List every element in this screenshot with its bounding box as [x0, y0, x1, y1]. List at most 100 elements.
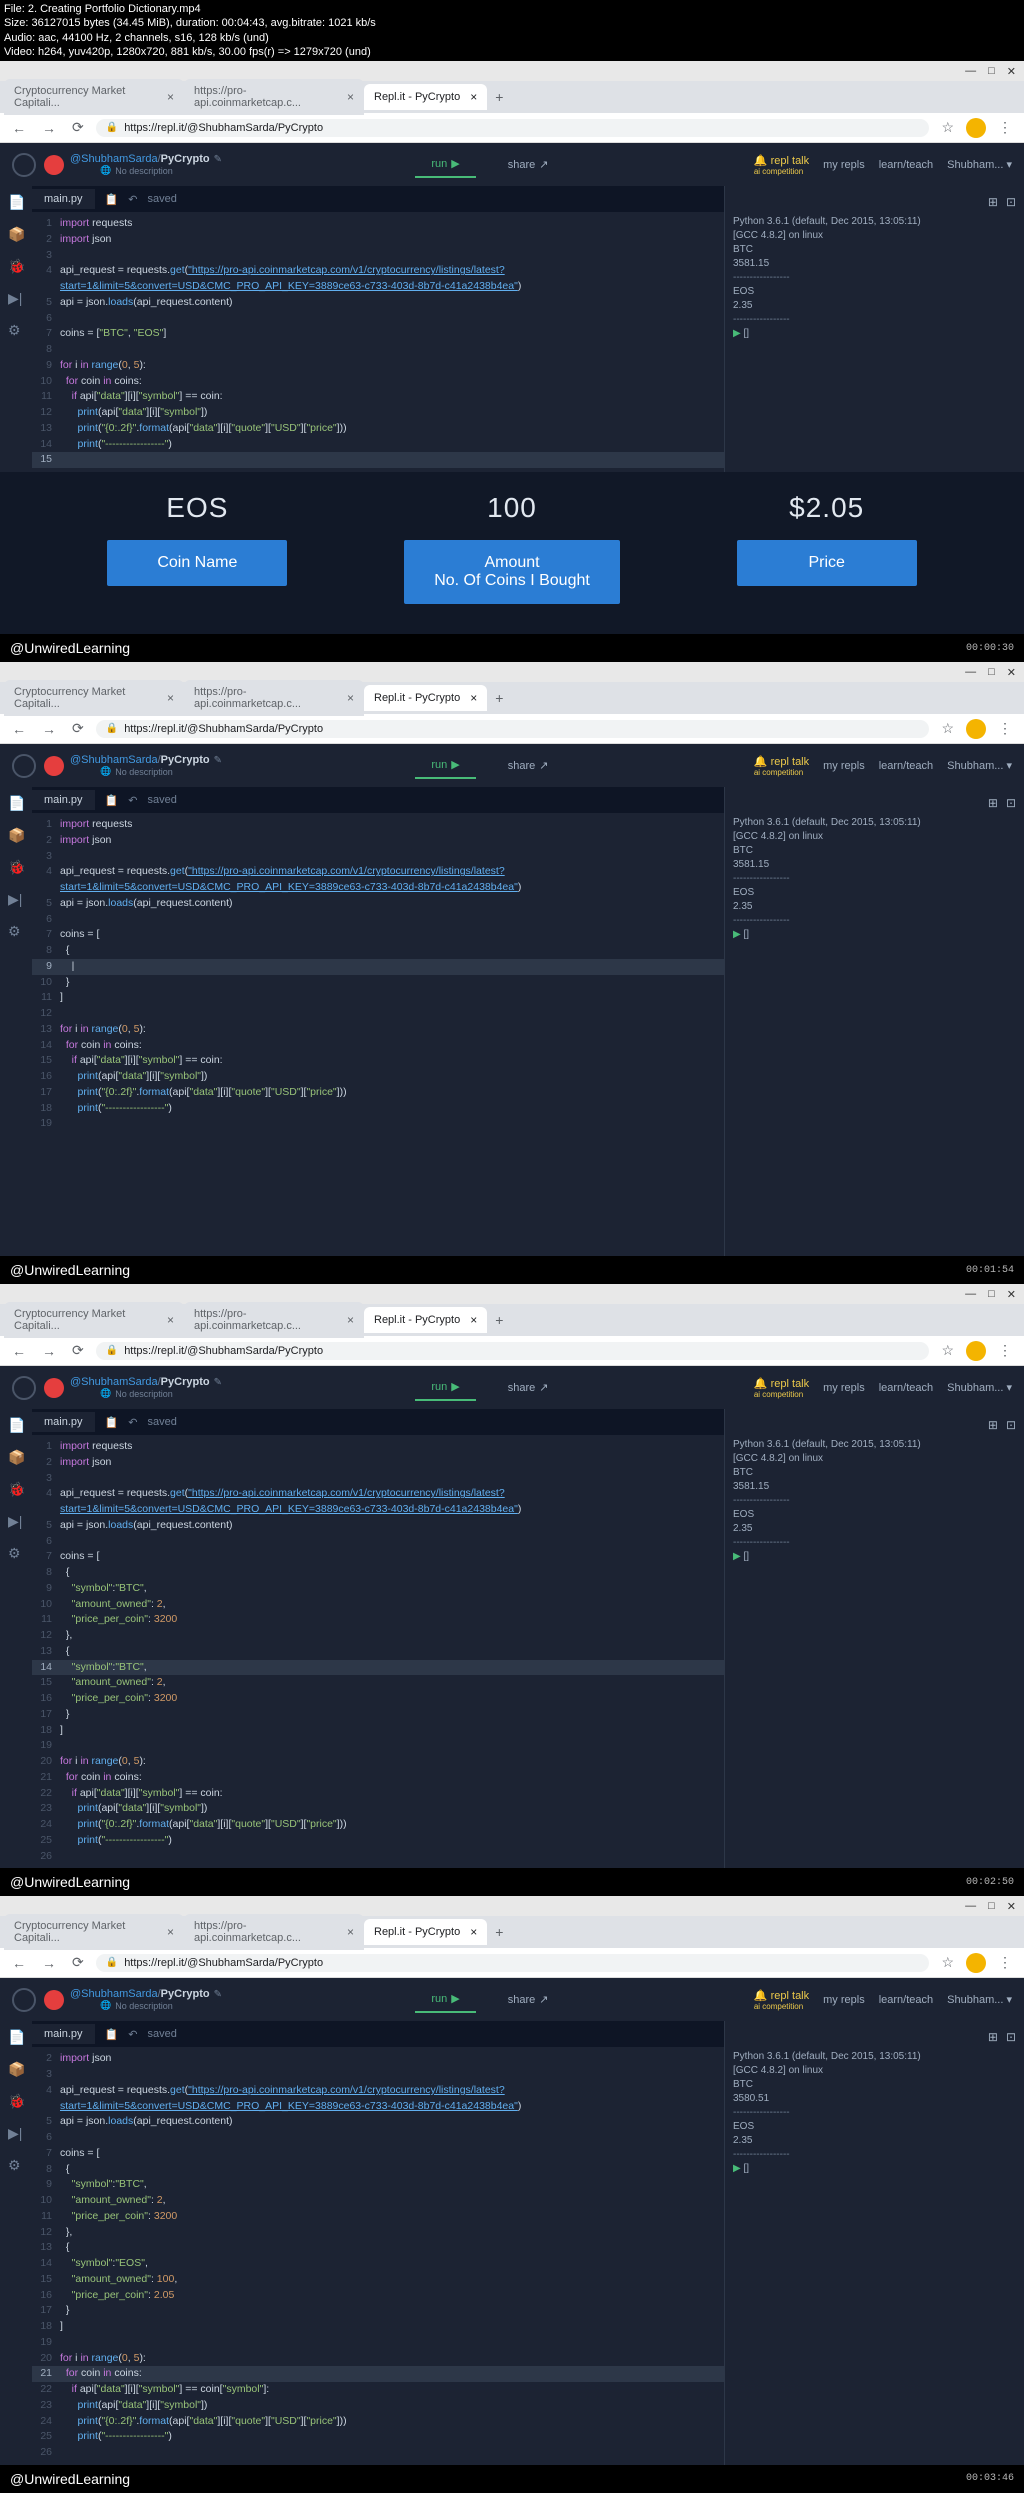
run-button[interactable]: run ▶ [415, 1374, 475, 1401]
share-button[interactable]: share ↗ [496, 752, 561, 779]
browser-tab-1[interactable]: Cryptocurrency Market Capitali...× [4, 79, 184, 115]
new-tab-button[interactable]: + [487, 85, 511, 109]
undo-icon[interactable]: ↶ [128, 794, 137, 807]
repo-path[interactable]: @ShubhamSarda/PyCrypto✎ [70, 754, 222, 766]
close-icon[interactable]: × [167, 691, 174, 705]
price-button[interactable]: Price [737, 540, 917, 586]
menu-icon[interactable]: ⋮ [994, 1340, 1016, 1361]
run-icon[interactable]: ▶| [8, 891, 24, 907]
reload-button[interactable]: ⟳ [68, 117, 88, 138]
new-tab-button[interactable]: + [487, 686, 511, 710]
console-settings-icon[interactable]: ⊞ [988, 795, 998, 812]
close-icon[interactable]: × [347, 1313, 354, 1327]
replit-logo-icon[interactable] [12, 1988, 36, 2012]
back-button[interactable]: ← [8, 118, 30, 138]
username-dropdown[interactable]: Shubham... ▾ [947, 1381, 1012, 1394]
console-expand-icon[interactable]: ⊡ [1006, 1417, 1016, 1434]
history-icon[interactable]: 📋 [105, 193, 119, 206]
new-tab-button[interactable]: + [487, 1920, 511, 1944]
close-icon[interactable]: × [347, 90, 354, 104]
undo-icon[interactable]: ↶ [128, 193, 137, 206]
run-button[interactable]: run ▶ [415, 752, 475, 779]
edit-icon[interactable]: ✎ [214, 154, 222, 165]
star-icon[interactable]: ☆ [937, 1340, 958, 1361]
package-icon[interactable]: 📦 [8, 827, 24, 843]
run-icon[interactable]: ▶| [8, 1513, 24, 1529]
code-editor[interactable]: 1import requests2import json34api_reques… [32, 212, 724, 472]
console-expand-icon[interactable]: ⊡ [1006, 795, 1016, 812]
console-settings-icon[interactable]: ⊞ [988, 1417, 998, 1434]
window-close[interactable]: ✕ [1007, 65, 1016, 78]
repo-path[interactable]: @ShubhamSarda/PyCrypto✎ [70, 1988, 222, 2000]
star-icon[interactable]: ☆ [937, 117, 958, 138]
settings-icon[interactable]: ⚙ [8, 1545, 24, 1561]
history-icon[interactable]: 📋 [105, 2028, 119, 2041]
window-minimize[interactable]: — [965, 65, 976, 77]
package-icon[interactable]: 📦 [8, 1449, 24, 1465]
menu-icon[interactable]: ⋮ [994, 117, 1016, 138]
editor-tab-main[interactable]: main.py [32, 189, 95, 209]
url-input[interactable]: 🔒https://repl.it/@ShubhamSarda/PyCrypto [96, 119, 930, 137]
coin-name-button[interactable]: Coin Name [107, 540, 287, 586]
forward-button[interactable]: → [38, 118, 60, 138]
repl-talk-link[interactable]: 🔔 repl talk [754, 1378, 809, 1390]
reload-button[interactable]: ⟳ [68, 1340, 88, 1361]
editor-tab-main[interactable]: main.py [32, 1412, 95, 1432]
console-prompt[interactable]: ▶ [733, 1551, 743, 1562]
username-dropdown[interactable]: Shubham... ▾ [947, 1993, 1012, 2006]
replit-logo-icon[interactable] [12, 153, 36, 177]
browser-tab-1[interactable]: Cryptocurrency Market Capitali...× [4, 680, 184, 716]
editor-tab-main[interactable]: main.py [32, 2024, 95, 2044]
close-icon[interactable]: × [470, 691, 477, 705]
browser-tab-3[interactable]: Repl.it - PyCrypto× [364, 1307, 487, 1333]
back-button[interactable]: ← [8, 719, 30, 739]
browser-tab-2[interactable]: https://pro-api.coinmarketcap.c...× [184, 1302, 364, 1338]
files-icon[interactable]: 📄 [8, 1417, 24, 1433]
browser-tab-3[interactable]: Repl.it - PyCrypto× [364, 685, 487, 711]
debug-icon[interactable]: 🐞 [8, 1481, 24, 1497]
window-minimize[interactable]: — [965, 1900, 976, 1912]
package-icon[interactable]: 📦 [8, 226, 24, 242]
reload-button[interactable]: ⟳ [68, 1952, 88, 1973]
repl-talk-link[interactable]: 🔔 repl talk [754, 1990, 809, 2002]
window-minimize[interactable]: — [965, 666, 976, 678]
settings-icon[interactable]: ⚙ [8, 923, 24, 939]
undo-icon[interactable]: ↶ [128, 2028, 137, 2041]
console-settings-icon[interactable]: ⊞ [988, 194, 998, 211]
settings-icon[interactable]: ⚙ [8, 322, 24, 338]
close-icon[interactable]: × [167, 90, 174, 104]
window-maximize[interactable]: □ [988, 65, 995, 77]
user-avatar-icon[interactable] [44, 1990, 64, 2010]
window-maximize[interactable]: □ [988, 1900, 995, 1912]
forward-button[interactable]: → [38, 1953, 60, 1973]
window-close[interactable]: ✕ [1007, 1288, 1016, 1301]
browser-tab-2[interactable]: https://pro-api.coinmarketcap.c...× [184, 79, 364, 115]
user-avatar-icon[interactable] [44, 756, 64, 776]
window-close[interactable]: ✕ [1007, 1900, 1016, 1913]
run-icon[interactable]: ▶| [8, 290, 24, 306]
url-input[interactable]: 🔒https://repl.it/@ShubhamSarda/PyCrypto [96, 1954, 930, 1972]
close-icon[interactable]: × [347, 691, 354, 705]
files-icon[interactable]: 📄 [8, 795, 24, 811]
browser-tab-3[interactable]: Repl.it - PyCrypto× [364, 1919, 487, 1945]
browser-tab-2[interactable]: https://pro-api.coinmarketcap.c...× [184, 680, 364, 716]
console-settings-icon[interactable]: ⊞ [988, 2029, 998, 2046]
files-icon[interactable]: 📄 [8, 194, 24, 210]
window-maximize[interactable]: □ [988, 1288, 995, 1300]
back-button[interactable]: ← [8, 1953, 30, 1973]
amount-button[interactable]: AmountNo. Of Coins I Bought [404, 540, 620, 604]
replit-logo-icon[interactable] [12, 754, 36, 778]
star-icon[interactable]: ☆ [937, 718, 958, 739]
back-button[interactable]: ← [8, 1341, 30, 1361]
edit-icon[interactable]: ✎ [214, 1377, 222, 1388]
close-icon[interactable]: × [470, 1925, 477, 1939]
url-input[interactable]: 🔒https://repl.it/@ShubhamSarda/PyCrypto [96, 1342, 930, 1360]
share-button[interactable]: share ↗ [496, 1986, 561, 2013]
profile-avatar[interactable] [966, 1953, 986, 1973]
code-editor[interactable]: 1import requests2import json34api_reques… [32, 1435, 724, 1868]
learn-link[interactable]: learn/teach [879, 1994, 933, 2006]
my-repls-link[interactable]: my repls [823, 1382, 865, 1394]
browser-tab-1[interactable]: Cryptocurrency Market Capitali...× [4, 1914, 184, 1950]
run-button[interactable]: run ▶ [415, 151, 475, 178]
replit-logo-icon[interactable] [12, 1376, 36, 1400]
